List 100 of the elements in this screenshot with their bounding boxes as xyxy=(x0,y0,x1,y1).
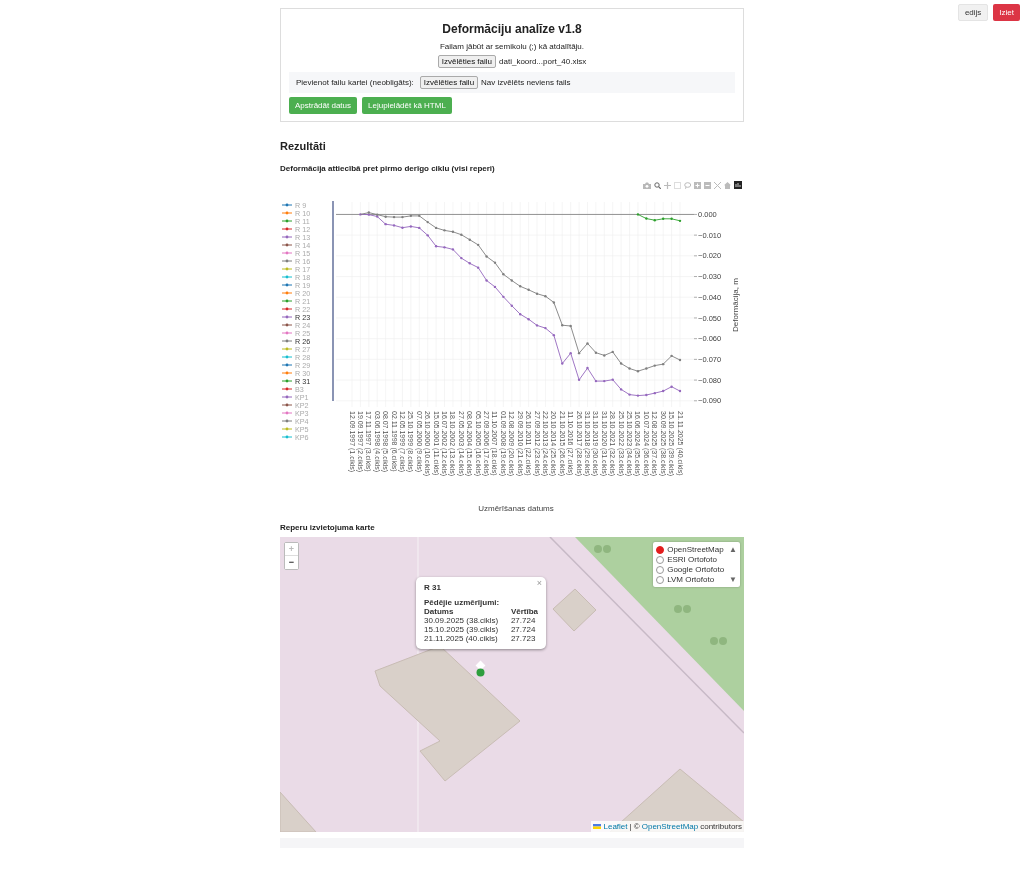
table-cell-text: 27.724 xyxy=(510,616,537,625)
radio-label[interactable]: LVM Ortofoto xyxy=(667,575,715,584)
legend-swatch[interactable] xyxy=(281,235,293,239)
radio-button[interactable] xyxy=(656,545,665,554)
logo-icon[interactable] xyxy=(734,181,742,189)
action-button[interactable]: Lejupielādēt kā HTML xyxy=(362,97,452,114)
data-point xyxy=(678,358,682,362)
logout-button[interactable]: Iziet xyxy=(993,4,1020,21)
data-point xyxy=(392,224,396,227)
legend-swatch[interactable] xyxy=(281,243,293,247)
close-button[interactable]: × xyxy=(536,578,542,588)
data-point xyxy=(678,219,682,223)
section-heading: Rezultāti xyxy=(280,140,327,152)
legend-swatch[interactable] xyxy=(281,331,293,335)
legend-swatch[interactable] xyxy=(281,355,293,359)
radio-button[interactable] xyxy=(656,565,665,574)
legend-swatch[interactable] xyxy=(281,339,293,343)
radio-label[interactable]: ESRI Ortofoto xyxy=(667,555,717,564)
legend-swatch[interactable] xyxy=(281,427,293,431)
chart-title: Deformācija attiecībā pret pirmo derīgo ciklu (visi reperi) xyxy=(280,164,496,173)
legend-swatch[interactable] xyxy=(281,379,293,383)
legend-swatch[interactable] xyxy=(281,419,293,423)
map-marker-icon[interactable] xyxy=(476,668,485,677)
lasso-icon[interactable] xyxy=(684,181,691,189)
data-point xyxy=(552,301,556,304)
data-point xyxy=(434,226,438,230)
data-point xyxy=(552,333,556,337)
zoom-icon[interactable] xyxy=(654,181,661,189)
table-cell: 30.09.2025 (38.cikls) xyxy=(424,616,499,625)
data-point xyxy=(392,215,396,219)
action-button[interactable]: Apstrādāt datus xyxy=(289,97,358,114)
legend-swatch[interactable] xyxy=(281,363,293,367)
data-point xyxy=(653,219,656,222)
data-point xyxy=(359,213,362,216)
scroll-arrow[interactable]: ▼ xyxy=(729,575,737,584)
data-point xyxy=(493,261,497,264)
scroll-arrow[interactable]: ▲ xyxy=(729,545,737,554)
data-point xyxy=(603,354,606,357)
legend-swatch[interactable] xyxy=(281,251,293,255)
data-point xyxy=(645,393,648,397)
data-point xyxy=(636,213,640,216)
popup-subtitle: Pēdējie uzmērījumi: xyxy=(424,598,501,607)
pan-icon[interactable] xyxy=(664,181,671,189)
autoscale-icon[interactable] xyxy=(714,181,721,189)
file-button[interactable]: Izvēlēties failu xyxy=(437,55,497,68)
data-point xyxy=(586,366,589,370)
zoom-out-icon[interactable] xyxy=(704,181,711,189)
legend-swatch[interactable] xyxy=(281,347,293,351)
data-point xyxy=(535,292,539,295)
data-point xyxy=(401,215,404,219)
data-point xyxy=(409,214,413,218)
file-button[interactable]: Izvēlēties failu xyxy=(419,76,479,89)
radio-label[interactable]: OpenStreetMap xyxy=(667,545,724,554)
data-point xyxy=(628,367,631,370)
legend-swatch[interactable] xyxy=(281,283,293,287)
legend-swatch[interactable] xyxy=(281,315,293,319)
data-point xyxy=(619,388,623,391)
data-point xyxy=(460,256,463,260)
data-point xyxy=(426,234,429,237)
data-point xyxy=(527,288,530,291)
legend-swatch[interactable] xyxy=(281,307,293,311)
legend-swatch[interactable] xyxy=(281,211,293,215)
data-point xyxy=(460,233,463,236)
file-name: dati_koord...port_40.xlsx xyxy=(499,57,587,66)
legend-swatch[interactable] xyxy=(281,299,293,303)
radio-button[interactable] xyxy=(656,555,665,564)
legend-swatch[interactable] xyxy=(281,387,293,391)
column-header: Datums xyxy=(424,607,455,616)
home-icon[interactable] xyxy=(724,181,731,189)
data-point xyxy=(451,248,455,251)
legend-swatch[interactable] xyxy=(281,259,293,263)
camera-icon[interactable] xyxy=(643,181,651,189)
radio-label[interactable]: Google Ortofoto xyxy=(667,565,725,574)
legend-swatch[interactable] xyxy=(281,227,293,231)
attribution-text: Leaflet | © OpenStreetMap contributors xyxy=(591,821,744,832)
data-point xyxy=(502,295,505,299)
legend-swatch[interactable] xyxy=(281,435,293,439)
data-point xyxy=(493,285,497,289)
legend-swatch[interactable] xyxy=(281,411,293,415)
legend-swatch[interactable] xyxy=(281,395,293,399)
data-point xyxy=(645,217,648,220)
zoom-in-icon[interactable] xyxy=(694,181,701,189)
legend-swatch[interactable] xyxy=(281,219,293,223)
data-point xyxy=(409,225,413,228)
data-point xyxy=(569,324,572,328)
legend-swatch[interactable] xyxy=(281,275,293,279)
user-button[interactable]: edijs xyxy=(957,4,989,21)
radio-button[interactable] xyxy=(656,575,665,584)
legend-swatch[interactable] xyxy=(281,291,293,295)
leaflet-link[interactable]: Leaflet xyxy=(603,822,628,831)
legend-swatch[interactable] xyxy=(281,203,293,207)
legend-swatch[interactable] xyxy=(281,267,293,271)
legend-swatch[interactable] xyxy=(281,403,293,407)
data-point xyxy=(502,273,505,276)
data-point xyxy=(443,246,446,249)
osm-link[interactable]: OpenStreetMap xyxy=(641,822,699,831)
file-name: Nav izvēlēts neviens fails xyxy=(481,78,571,87)
legend-swatch[interactable] xyxy=(281,323,293,327)
data-point xyxy=(670,354,673,358)
legend-swatch[interactable] xyxy=(281,371,293,375)
